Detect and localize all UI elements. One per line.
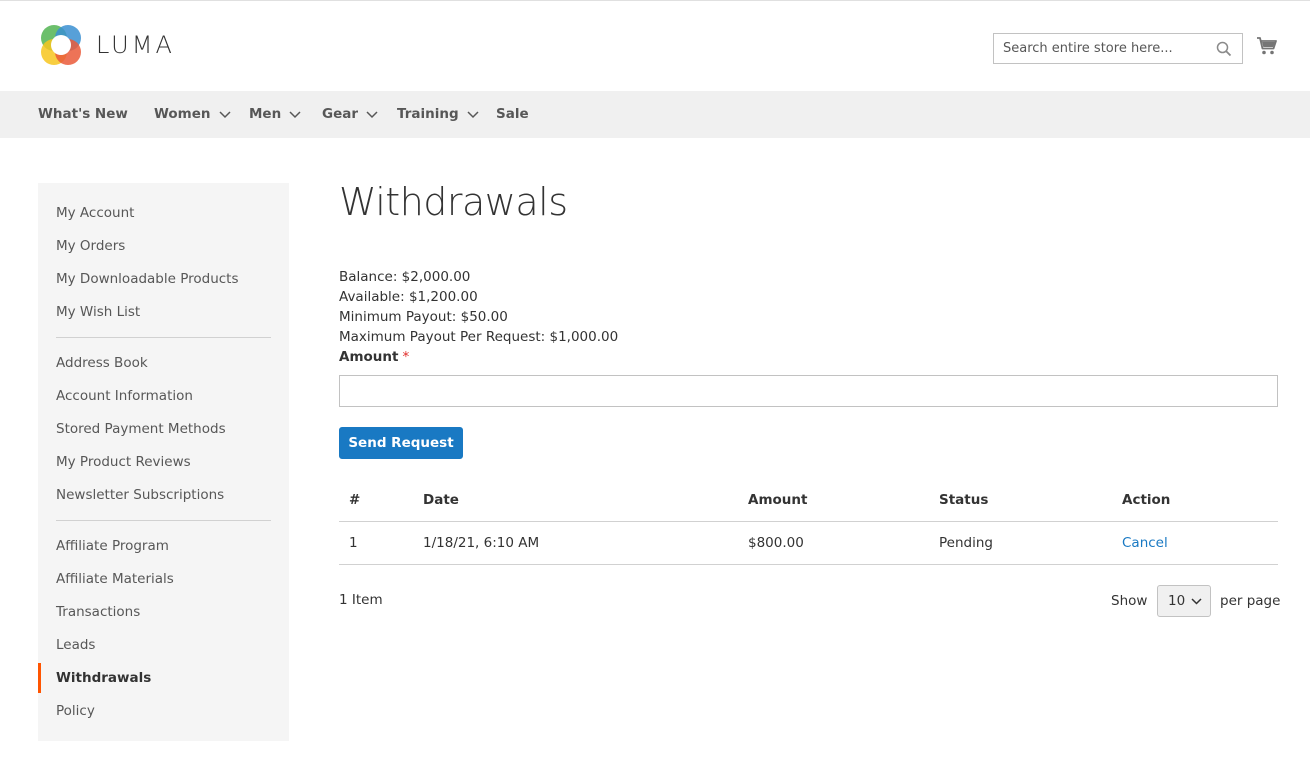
sidebar-item-newsletter-subscriptions[interactable]: Newsletter Subscriptions bbox=[56, 485, 224, 505]
main-navigation: What's New Women Men Gear Training Sale bbox=[0, 91, 1310, 138]
store-logo[interactable]: LUMA bbox=[38, 22, 175, 68]
chevron-down-icon bbox=[366, 110, 378, 118]
per-page-select[interactable]: 10 bbox=[1157, 585, 1211, 617]
available-text: Available: $1,200.00 bbox=[339, 289, 478, 305]
sidebar-item-address-book[interactable]: Address Book bbox=[56, 353, 148, 373]
table-header-divider bbox=[339, 521, 1278, 522]
nav-item-sale[interactable]: Sale bbox=[496, 91, 529, 138]
search-input[interactable] bbox=[994, 34, 1194, 63]
table-row-divider bbox=[339, 564, 1278, 565]
cart-icon[interactable] bbox=[1256, 36, 1278, 60]
chevron-down-icon bbox=[467, 110, 479, 118]
sidebar-item-my-account[interactable]: My Account bbox=[56, 203, 134, 223]
nav-item-whats-new[interactable]: What's New bbox=[38, 91, 128, 138]
maximum-payout-text: Maximum Payout Per Request: $1,000.00 bbox=[339, 329, 619, 345]
nav-item-men[interactable]: Men bbox=[249, 91, 301, 138]
table-header-date: Date bbox=[423, 492, 459, 508]
sidebar-item-product-reviews[interactable]: My Product Reviews bbox=[56, 452, 191, 472]
sidebar-item-leads[interactable]: Leads bbox=[56, 635, 95, 655]
brand-name: LUMA bbox=[96, 31, 175, 59]
sidebar-item-wish-list[interactable]: My Wish List bbox=[56, 302, 140, 322]
sidebar-item-policy[interactable]: Policy bbox=[56, 701, 95, 721]
sidebar-divider bbox=[56, 337, 271, 338]
items-count: 1 Item bbox=[339, 592, 383, 608]
table-header-amount: Amount bbox=[748, 492, 808, 508]
sidebar-item-withdrawals[interactable]: Withdrawals bbox=[56, 668, 151, 688]
chevron-down-icon bbox=[289, 110, 301, 118]
sidebar-item-affiliate-materials[interactable]: Affiliate Materials bbox=[56, 569, 174, 589]
send-request-button[interactable]: Send Request bbox=[339, 427, 463, 459]
luma-logo-icon bbox=[41, 25, 81, 65]
amount-field[interactable] bbox=[339, 375, 1278, 407]
search-icon[interactable] bbox=[1216, 41, 1232, 61]
sidebar-item-affiliate-program[interactable]: Affiliate Program bbox=[56, 536, 169, 556]
table-header-action: Action bbox=[1122, 492, 1171, 508]
show-label: Show bbox=[1111, 593, 1148, 609]
page-header: LUMA bbox=[0, 0, 1310, 91]
cell-status: Pending bbox=[939, 535, 993, 551]
amount-label: Amount * bbox=[339, 349, 410, 365]
sidebar-item-my-orders[interactable]: My Orders bbox=[56, 236, 125, 256]
per-page-value: 10 bbox=[1168, 593, 1186, 609]
sidebar-item-account-information[interactable]: Account Information bbox=[56, 386, 193, 406]
table-header-status: Status bbox=[939, 492, 989, 508]
nav-item-gear[interactable]: Gear bbox=[322, 91, 378, 138]
active-item-indicator bbox=[38, 663, 41, 693]
search-box bbox=[993, 33, 1243, 64]
table-header-number: # bbox=[349, 492, 361, 508]
balance-text: Balance: $2,000.00 bbox=[339, 269, 471, 285]
cell-date: 1/18/21, 6:10 AM bbox=[423, 535, 540, 551]
chevron-down-icon bbox=[219, 110, 231, 118]
page-title: Withdrawals bbox=[339, 180, 568, 224]
sidebar-divider bbox=[56, 520, 271, 521]
minimum-payout-text: Minimum Payout: $50.00 bbox=[339, 309, 508, 325]
cell-number: 1 bbox=[349, 535, 358, 551]
cancel-link[interactable]: Cancel bbox=[1122, 533, 1168, 553]
nav-item-women[interactable]: Women bbox=[154, 91, 231, 138]
sidebar-item-stored-payment-methods[interactable]: Stored Payment Methods bbox=[56, 419, 226, 439]
per-page-label: per page bbox=[1220, 593, 1281, 609]
required-marker: * bbox=[402, 349, 410, 365]
sidebar-item-downloadable-products[interactable]: My Downloadable Products bbox=[56, 269, 239, 289]
cell-amount: $800.00 bbox=[748, 535, 804, 551]
nav-item-training[interactable]: Training bbox=[397, 91, 479, 138]
sidebar-item-transactions[interactable]: Transactions bbox=[56, 602, 140, 622]
account-sidebar: My Account My Orders My Downloadable Pro… bbox=[38, 183, 289, 741]
chevron-down-icon bbox=[1191, 597, 1202, 605]
